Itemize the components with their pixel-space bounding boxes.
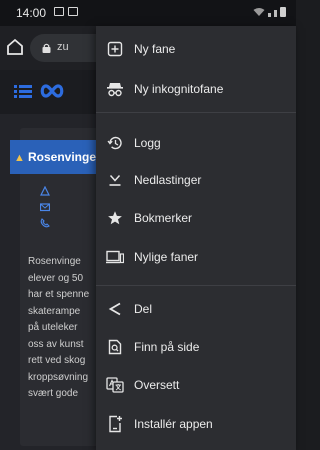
incognito-icon [106, 80, 124, 98]
paragraph-line: svært gode [28, 388, 79, 399]
paragraph-line: elever og 50 [28, 272, 84, 284]
star-icon [106, 209, 124, 227]
signal-bar [268, 13, 271, 17]
download-icon [106, 171, 124, 189]
system-status-icons [253, 7, 286, 17]
signal-bar [274, 10, 277, 17]
install-app-icon [106, 415, 124, 433]
paragraph-line: har et spenne [28, 289, 90, 300]
recent-tabs-icon [106, 248, 124, 266]
email-icon[interactable] [40, 202, 50, 212]
menu-item-label: Nylige faner [134, 250, 199, 264]
paragraph-line: rett ved skog [28, 355, 86, 366]
list-menu-icon[interactable] [14, 85, 32, 98]
menu-item-install-app[interactable]: Installér appen [96, 405, 296, 443]
menu-item-label: Del [134, 302, 153, 316]
infinity-logo-icon[interactable] [38, 82, 66, 100]
menu-item-label: Nedlastinger [134, 173, 202, 187]
new-tab-icon [106, 40, 124, 58]
paragraph-line: kroppsøvning [28, 371, 89, 383]
url-text: zu [57, 41, 69, 53]
home-icon[interactable] [6, 38, 24, 56]
paragraph-line: Rosenvinge [28, 256, 81, 267]
paragraph-line: oss av kunst [28, 338, 84, 350]
menu-item-label: Bokmerker [134, 211, 193, 225]
menu-item-label: Ny inkognitofane [134, 82, 224, 96]
paragraph-line: på uteleker [28, 322, 78, 333]
card-title: Rosenvinge [28, 150, 97, 164]
menu-item-label: Logg [134, 136, 161, 150]
lock-icon [42, 43, 51, 53]
menu-item-bookmarks[interactable]: Bokmerker [96, 199, 296, 237]
wifi-icon [253, 8, 265, 16]
menu-item-downloads[interactable]: Nedlastinger [96, 161, 296, 199]
menu-item-new-tab[interactable]: Ny fane [96, 30, 296, 68]
menu-divider [96, 112, 296, 113]
status-bar: 14:00 [0, 0, 296, 26]
status-time: 14:00 [16, 6, 47, 20]
menu-item-label: Oversett [134, 378, 180, 392]
mail-notification-icon [68, 7, 78, 16]
paragraph-line: skaterampe [28, 305, 81, 317]
find-in-page-icon [106, 338, 124, 356]
menu-divider [96, 285, 296, 286]
image-notification-icon [54, 7, 64, 16]
menu-item-label: Installér appen [134, 417, 213, 431]
translate-icon [106, 376, 124, 394]
menu-item-new-incognito-tab[interactable]: Ny inkognitofane [96, 70, 296, 108]
school-building-icon: ▲ [14, 152, 25, 164]
menu-item-history[interactable]: Logg [96, 124, 296, 162]
battery-icon [280, 7, 286, 17]
menu-item-translate[interactable]: Oversett [96, 366, 296, 404]
menu-item-label: Finn på side [134, 340, 200, 354]
menu-item-share[interactable]: Del [96, 290, 296, 328]
menu-item-label: Ny fane [134, 42, 176, 56]
phone-icon[interactable] [40, 218, 50, 228]
share-icon [106, 300, 124, 318]
history-icon [106, 134, 124, 152]
menu-item-find-in-page[interactable]: Finn på side [96, 328, 296, 366]
menu-item-recent-tabs[interactable]: Nylige faner [96, 238, 296, 276]
notification-icons [54, 7, 78, 16]
card-paragraph: Rosenvinge elever og 50 har et spenne sk… [28, 254, 106, 403]
address-icon[interactable] [40, 186, 50, 196]
